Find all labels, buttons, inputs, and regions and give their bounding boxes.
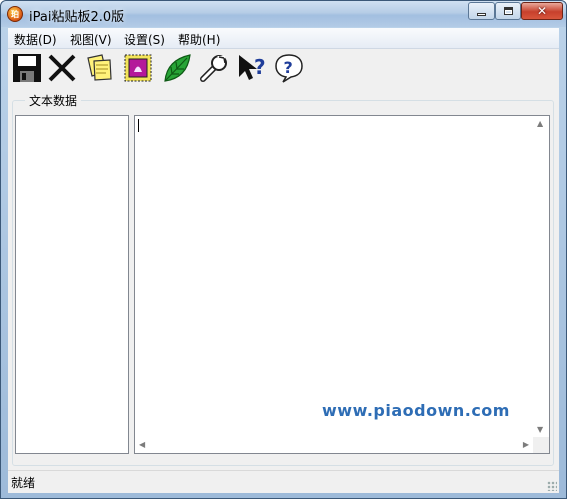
minimize-button[interactable] <box>468 2 495 20</box>
resize-grip-icon[interactable] <box>547 481 557 491</box>
close-button[interactable]: ✕ <box>521 2 563 20</box>
help-bubble-icon[interactable]: ? <box>273 52 305 84</box>
sticky-notes-icon[interactable] <box>84 52 116 84</box>
group-label: 文本数据 <box>25 92 82 109</box>
scroll-down-icon[interactable]: ▼ <box>537 425 543 434</box>
text-caret <box>138 119 139 132</box>
maximize-icon <box>503 7 513 15</box>
window-title: iPai粘贴板2.0版 <box>29 10 125 25</box>
svg-text:?: ? <box>254 55 266 79</box>
scroll-up-icon[interactable]: ▲ <box>537 119 543 128</box>
scroll-right-icon[interactable]: ▶ <box>523 440 529 449</box>
scrollbar-corner <box>533 437 549 453</box>
clip-list[interactable] <box>15 115 129 454</box>
scroll-left-icon[interactable]: ◀ <box>139 440 145 449</box>
status-text: 就绪 <box>11 476 36 490</box>
status-bar: 就绪 <box>8 470 559 493</box>
client-area: 数据(D) 视图(V) 设置(S) 帮助(H) ? ? 文本数据 ▲ ▼ ◀ ▶… <box>8 28 559 493</box>
menu-bar: 数据(D) 视图(V) 设置(S) 帮助(H) <box>8 28 559 49</box>
delete-x-icon[interactable] <box>46 52 78 84</box>
close-icon: ✕ <box>536 4 548 18</box>
minimize-icon <box>477 13 486 16</box>
toolbar: ? ? <box>8 49 559 89</box>
menu-help[interactable]: 帮助(H) <box>178 31 220 48</box>
wrench-settings-icon[interactable] <box>198 52 230 84</box>
vertical-scrollbar[interactable]: ▲ ▼ <box>533 116 549 437</box>
svg-text:?: ? <box>284 58 293 77</box>
floppy-disk-save-icon[interactable] <box>11 52 43 84</box>
menu-data[interactable]: 数据(D) <box>14 31 57 48</box>
green-leaf-icon[interactable] <box>161 52 193 84</box>
context-help-cursor-icon[interactable]: ? <box>236 52 268 84</box>
app-window: 珀 iPai粘贴板2.0版 ✕ 数据(D) 视图(V) 设置(S) 帮助(H) <box>0 0 567 499</box>
menu-view[interactable]: 视图(V) <box>70 31 112 48</box>
text-editor[interactable]: ▲ ▼ ◀ ▶ www.piaodown.com <box>134 115 550 454</box>
menu-settings[interactable]: 设置(S) <box>124 31 165 48</box>
horizontal-scrollbar[interactable]: ◀ ▶ <box>135 437 533 453</box>
title-bar[interactable]: 珀 iPai粘贴板2.0版 ✕ <box>1 1 566 27</box>
app-logo-icon[interactable]: 珀 <box>7 6 23 22</box>
maximize-button[interactable] <box>495 2 521 20</box>
stamp-icon[interactable] <box>122 52 154 84</box>
watermark-text: www.piaodown.com <box>322 401 510 420</box>
